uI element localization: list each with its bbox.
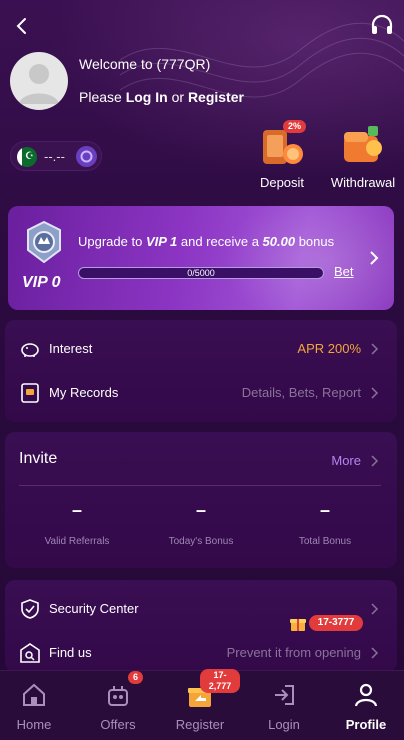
invite-card: Invite More – Valid Referrals – Today's … bbox=[5, 432, 397, 568]
deposit-badge: 2% bbox=[283, 120, 307, 133]
pakistan-flag-icon: ☪ bbox=[17, 147, 37, 167]
user-avatar-icon bbox=[19, 64, 59, 104]
tab-label: Home bbox=[16, 717, 52, 732]
vip-upgrade-text: Upgrade to VIP 1 and receive a 50.00 bon… bbox=[78, 234, 335, 249]
records-card: Interest APR 200% My Records Details, Be… bbox=[5, 320, 397, 422]
offers-icon bbox=[108, 686, 128, 706]
tab-label: Profile bbox=[345, 717, 387, 732]
todays-bonus-stat: – Today's Bonus bbox=[139, 500, 263, 547]
vip-progress-bar: 0/5000 bbox=[78, 267, 324, 279]
stat-label: Total Bonus bbox=[298, 536, 352, 547]
tab-label: Register bbox=[175, 717, 225, 732]
tab-label: Offers bbox=[100, 717, 136, 732]
profile-screen: Welcome to (777QR) Please Log In or Regi… bbox=[0, 0, 404, 740]
register-badge: 17-2,777 bbox=[200, 669, 240, 693]
find-us-row[interactable]: Find us Prevent it from opening bbox=[5, 638, 397, 668]
stat-value: – bbox=[71, 500, 82, 520]
tab-login[interactable]: Login bbox=[244, 671, 324, 740]
stat-value: – bbox=[319, 500, 330, 520]
find-us-label: Find us bbox=[49, 645, 92, 660]
profile-icon bbox=[354, 683, 378, 707]
find-us-value: Prevent it from opening bbox=[226, 645, 361, 660]
headset-icon[interactable] bbox=[370, 14, 394, 36]
home-icon bbox=[23, 683, 45, 706]
balance-value: --.-- bbox=[44, 149, 65, 164]
back-arrow-icon[interactable] bbox=[12, 16, 32, 36]
or-text: or bbox=[171, 89, 185, 105]
stat-value: – bbox=[195, 500, 206, 520]
invite-more-link[interactable]: More bbox=[331, 453, 361, 468]
offers-badge: 6 bbox=[128, 671, 144, 684]
invite-title: Invite bbox=[19, 450, 58, 467]
records-icon bbox=[21, 383, 39, 403]
vip-card[interactable]: VIP 0 Upgrade to VIP 1 and receive a 50.… bbox=[8, 206, 394, 310]
chevron-right-icon[interactable] bbox=[371, 455, 379, 467]
deposit-label: Deposit bbox=[259, 175, 305, 190]
vip-medal-icon bbox=[27, 220, 61, 264]
vip-level: VIP 0 bbox=[22, 274, 61, 291]
interest-label: Interest bbox=[49, 341, 93, 356]
piggy-bank-icon bbox=[21, 343, 39, 357]
my-records-label: My Records bbox=[49, 385, 119, 400]
tab-home[interactable]: Home bbox=[0, 671, 74, 740]
security-card: Security Center 17-3777 Find us Prevent … bbox=[5, 580, 397, 672]
gift-icon bbox=[290, 619, 306, 631]
login-link[interactable]: Log In bbox=[126, 89, 168, 105]
bottom-tab-bar: Home 6 Offers 17-2,777 Register Login Pr… bbox=[0, 669, 404, 740]
security-center-row[interactable]: Security Center 17-3777 bbox=[5, 594, 397, 631]
security-tag: 17-3777 bbox=[309, 615, 363, 631]
refresh-icon[interactable] bbox=[76, 146, 97, 167]
stat-label: Today's Bonus bbox=[168, 536, 234, 547]
vip-progress-text: 0/5000 bbox=[187, 268, 215, 278]
valid-referrals-stat: – Valid Referrals bbox=[15, 500, 139, 547]
shield-icon bbox=[21, 599, 39, 619]
please-text: Please bbox=[79, 89, 122, 105]
chevron-right-icon[interactable] bbox=[368, 250, 380, 266]
tab-offers[interactable]: 6 Offers bbox=[78, 671, 158, 740]
tab-profile[interactable]: Profile bbox=[326, 671, 404, 740]
interest-value: APR 200% bbox=[297, 341, 361, 356]
withdrawal-icon bbox=[338, 122, 388, 172]
chevron-right-icon bbox=[371, 387, 379, 399]
avatar[interactable] bbox=[10, 52, 68, 110]
my-records-row[interactable]: My Records Details, Bets, Report bbox=[5, 378, 397, 408]
tab-label: Login bbox=[268, 717, 300, 732]
interest-row[interactable]: Interest APR 200% bbox=[5, 334, 397, 364]
balance-pill: ☪ --.-- bbox=[10, 141, 102, 171]
register-link[interactable]: Register bbox=[188, 89, 244, 105]
total-bonus-stat: – Total Bonus bbox=[263, 500, 387, 547]
login-prompt: Please Log In or Register bbox=[79, 89, 244, 105]
deposit-icon: 2% bbox=[257, 120, 307, 172]
withdrawal-label: Withdrawal bbox=[330, 175, 396, 190]
vip-bet-link[interactable]: Bet bbox=[334, 264, 354, 279]
tab-register[interactable]: 17-2,777 Register bbox=[160, 669, 240, 740]
welcome-text: Welcome to (777QR) bbox=[79, 56, 211, 72]
chevron-right-icon bbox=[371, 343, 379, 355]
chevron-right-icon bbox=[371, 647, 379, 659]
security-center-label: Security Center bbox=[49, 601, 139, 616]
stat-label: Valid Referrals bbox=[44, 536, 110, 547]
withdrawal-button[interactable]: Withdrawal bbox=[326, 122, 400, 190]
deposit-button[interactable]: 2% Deposit bbox=[248, 120, 316, 190]
security-promo: 17-3777 bbox=[289, 614, 363, 632]
divider bbox=[19, 485, 381, 486]
login-icon bbox=[275, 685, 294, 705]
chevron-right-icon bbox=[371, 603, 379, 615]
find-us-icon bbox=[20, 643, 40, 663]
my-records-value: Details, Bets, Report bbox=[241, 385, 361, 400]
